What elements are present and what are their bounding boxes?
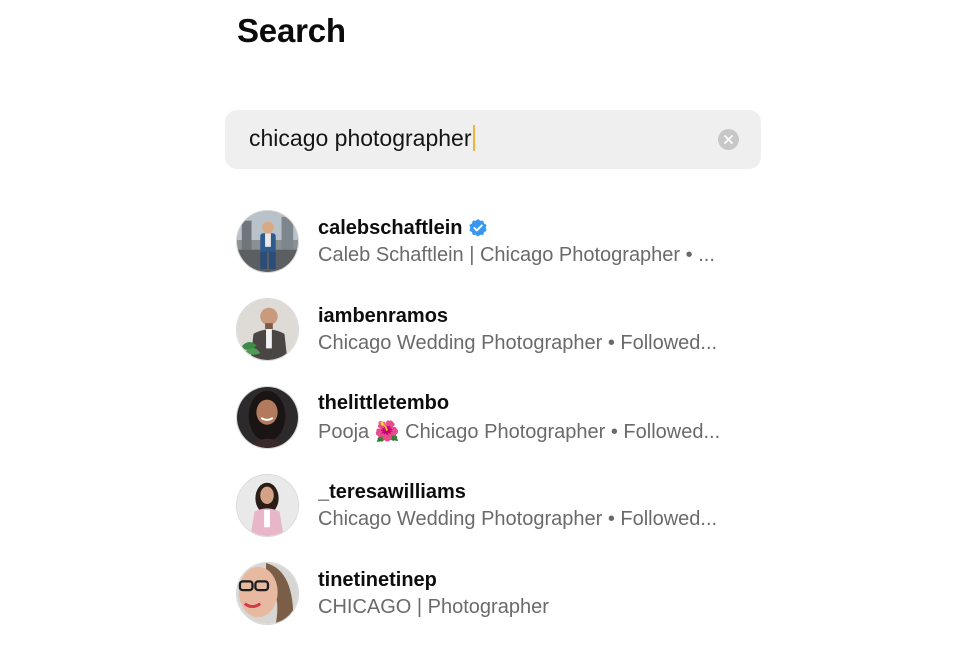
profile-photo-woman-pink-blazer bbox=[237, 474, 298, 536]
result-subtitle: Pooja 🌺 Chicago Photographer • Followed.… bbox=[318, 421, 721, 443]
result-username: iambenramos bbox=[318, 304, 449, 327]
search-results-list: calebschaftlein Caleb Schaftlein | Chica… bbox=[236, 197, 766, 637]
clear-search-button[interactable] bbox=[718, 129, 739, 150]
search-result-calebschaftlein[interactable]: calebschaftlein Caleb Schaftlein | Chica… bbox=[236, 197, 766, 285]
profile-photo-man-bald bbox=[237, 298, 298, 360]
avatar[interactable] bbox=[236, 385, 299, 449]
search-result-thelittletembo[interactable]: thelittletembo Pooja 🌺 Chicago Photograp… bbox=[236, 373, 766, 461]
result-username: thelittletembo bbox=[318, 391, 450, 414]
avatar[interactable] bbox=[236, 297, 299, 361]
search-query-value: chicago photographer bbox=[249, 125, 472, 151]
result-username: _teresawilliams bbox=[318, 480, 466, 503]
profile-photo-woman-dark-hair bbox=[237, 386, 298, 448]
profile-photo-man-suit bbox=[237, 210, 298, 272]
result-username: tinetinetinep bbox=[318, 568, 437, 591]
result-subtitle: Chicago Wedding Photographer • Followed.… bbox=[318, 332, 718, 354]
search-result-iambenramos[interactable]: iambenramos Chicago Wedding Photographer… bbox=[236, 285, 766, 373]
clear-circle-icon bbox=[724, 135, 733, 144]
search-result-_teresawilliams[interactable]: _teresawilliams Chicago Wedding Photogra… bbox=[236, 461, 766, 549]
result-subtitle: CHICAGO | Photographer bbox=[318, 596, 549, 618]
result-username: calebschaftlein bbox=[318, 216, 463, 239]
search-input[interactable]: chicago photographer bbox=[225, 110, 761, 169]
result-subtitle: Chicago Wedding Photographer • Followed.… bbox=[318, 508, 718, 530]
verified-badge-icon bbox=[468, 219, 487, 237]
page-title: Search bbox=[237, 12, 346, 49]
avatar[interactable] bbox=[236, 473, 299, 537]
text-caret bbox=[472, 125, 475, 151]
search-query-text[interactable]: chicago photographer bbox=[249, 125, 475, 152]
profile-photo-woman-glasses bbox=[237, 562, 298, 624]
avatar[interactable] bbox=[236, 561, 299, 625]
search-result-tinetinetinep[interactable]: tinetinetinep CHICAGO | Photographer bbox=[236, 549, 766, 637]
avatar[interactable] bbox=[236, 209, 299, 273]
result-subtitle: Caleb Schaftlein | Chicago Photographer … bbox=[318, 244, 715, 266]
